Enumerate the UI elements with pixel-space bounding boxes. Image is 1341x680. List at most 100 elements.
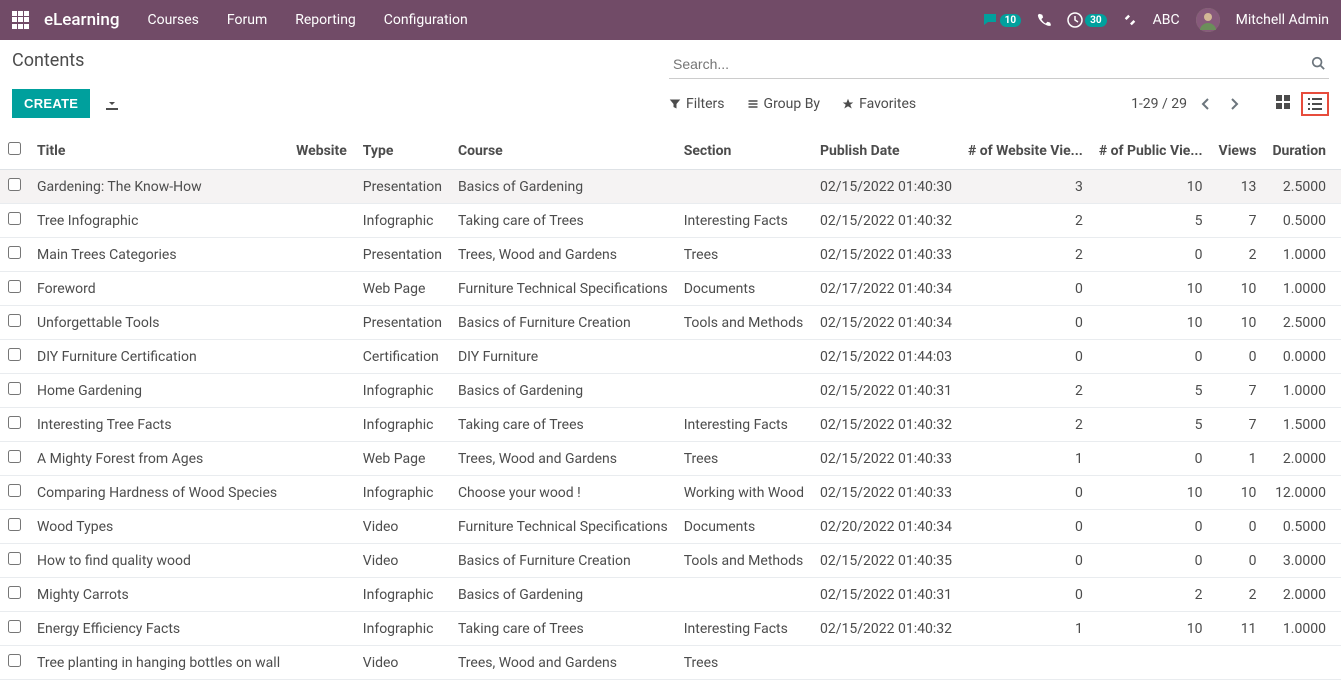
col-section[interactable]: Section — [676, 132, 812, 170]
search-input[interactable] — [669, 50, 1329, 79]
app-brand[interactable]: eLearning — [44, 10, 119, 30]
messages-icon[interactable]: 10 — [982, 12, 1021, 28]
pager-text[interactable]: 1-29 / 29 — [1131, 96, 1187, 112]
cell-type: Presentation — [355, 306, 450, 340]
row-checkbox[interactable] — [8, 586, 21, 599]
col-course[interactable]: Course — [450, 132, 676, 170]
row-checkbox[interactable] — [8, 518, 21, 531]
col-views[interactable]: Views — [1211, 132, 1265, 170]
select-all-checkbox[interactable] — [8, 142, 21, 155]
group-by-label: Group By — [764, 96, 821, 112]
cell-duration: 0.5000 — [1264, 204, 1334, 238]
list-view-icon[interactable] — [1301, 92, 1329, 116]
favorites-label: Favorites — [859, 96, 916, 112]
cell-section — [676, 170, 812, 204]
cell-website — [288, 612, 355, 646]
cell-public-views: 5 — [1091, 204, 1211, 238]
group-by-button[interactable]: Group By — [747, 92, 821, 116]
cell-type: Infographic — [355, 204, 450, 238]
col-public-views[interactable]: # of Public Vie... — [1091, 132, 1211, 170]
table-row[interactable]: Energy Efficiency FactsInfographicTaking… — [0, 612, 1341, 646]
cell-website — [288, 204, 355, 238]
cell-title: Main Trees Categories — [29, 238, 288, 272]
table-row[interactable]: DIY Furniture CertificationCertification… — [0, 340, 1341, 374]
cell-website-views: 3 — [960, 170, 1091, 204]
row-checkbox[interactable] — [8, 620, 21, 633]
cell-duration: 2.0000 — [1264, 578, 1334, 612]
col-website[interactable]: Website — [288, 132, 355, 170]
activities-icon[interactable]: 30 — [1067, 12, 1106, 28]
kanban-view-icon[interactable] — [1271, 92, 1295, 116]
row-checkbox[interactable] — [8, 484, 21, 497]
menu-courses[interactable]: Courses — [147, 12, 198, 28]
table-row[interactable]: Unforgettable ToolsPresentationBasics of… — [0, 306, 1341, 340]
pager-prev-icon[interactable] — [1197, 97, 1215, 111]
table-row[interactable]: Comparing Hardness of Wood SpeciesInfogr… — [0, 476, 1341, 510]
cell-title: A Mighty Forest from Ages — [29, 442, 288, 476]
row-checkbox[interactable] — [8, 280, 21, 293]
table-row[interactable]: Tree planting in hanging bottles on wall… — [0, 646, 1341, 680]
row-checkbox[interactable] — [8, 314, 21, 327]
pager-next-icon[interactable] — [1225, 97, 1243, 111]
row-checkbox[interactable] — [8, 450, 21, 463]
cell-title: Wood Types — [29, 510, 288, 544]
table-row[interactable]: Mighty CarrotsInfographicBasics of Garde… — [0, 578, 1341, 612]
table-row[interactable]: Tree InfographicInfographicTaking care o… — [0, 204, 1341, 238]
cell-duration: 2.0000 — [1264, 442, 1334, 476]
cell-section — [676, 578, 812, 612]
cell-type: Infographic — [355, 612, 450, 646]
row-checkbox[interactable] — [8, 212, 21, 225]
table-row[interactable]: A Mighty Forest from AgesWeb PageTrees, … — [0, 442, 1341, 476]
cell-website-views: 0 — [960, 306, 1091, 340]
row-checkbox[interactable] — [8, 552, 21, 565]
phone-icon[interactable] — [1037, 13, 1051, 27]
menu-forum[interactable]: Forum — [227, 12, 267, 28]
col-duration[interactable]: Duration — [1264, 132, 1334, 170]
table-row[interactable]: Home GardeningInfographicBasics of Garde… — [0, 374, 1341, 408]
cell-section: Working with Wood — [676, 476, 812, 510]
cell-publish-date: 02/15/2022 01:40:31 — [812, 374, 960, 408]
debug-icon[interactable] — [1123, 13, 1137, 27]
user-name[interactable]: Mitchell Admin — [1236, 12, 1329, 28]
cell-website-views: 1 — [960, 612, 1091, 646]
cell-duration: 0.5000 — [1264, 510, 1334, 544]
funnel-icon — [669, 98, 681, 110]
cell-website — [288, 578, 355, 612]
table-row[interactable]: Interesting Tree FactsInfographicTaking … — [0, 408, 1341, 442]
cell-public-views: 10 — [1091, 272, 1211, 306]
col-publish-date[interactable]: Publish Date — [812, 132, 960, 170]
cell-website-views: 0 — [960, 544, 1091, 578]
menu-configuration[interactable]: Configuration — [384, 12, 468, 28]
cell-public-views: 10 — [1091, 170, 1211, 204]
row-checkbox[interactable] — [8, 246, 21, 259]
table-row[interactable]: Gardening: The Know-HowPresentationBasic… — [0, 170, 1341, 204]
cell-public-views: 10 — [1091, 612, 1211, 646]
cell-publish-date: 02/15/2022 01:40:32 — [812, 408, 960, 442]
row-checkbox[interactable] — [8, 348, 21, 361]
table-row[interactable]: How to find quality woodVideoBasics of F… — [0, 544, 1341, 578]
col-title[interactable]: Title — [29, 132, 288, 170]
row-checkbox[interactable] — [8, 178, 21, 191]
avatar[interactable] — [1196, 8, 1220, 32]
search-icon[interactable] — [1311, 56, 1325, 70]
menu-reporting[interactable]: Reporting — [295, 12, 356, 28]
col-website-views[interactable]: # of Website Vie... — [960, 132, 1091, 170]
cell-duration: 1.0000 — [1264, 612, 1334, 646]
col-options-icon[interactable]: ⋮ — [1334, 132, 1341, 170]
cell-views: 10 — [1211, 306, 1265, 340]
cell-course: Basics of Furniture Creation — [450, 544, 676, 578]
filters-button[interactable]: Filters — [669, 92, 725, 116]
row-checkbox[interactable] — [8, 416, 21, 429]
row-checkbox[interactable] — [8, 654, 21, 667]
cell-type: Video — [355, 510, 450, 544]
table-row[interactable]: ForewordWeb PageFurniture Technical Spec… — [0, 272, 1341, 306]
table-row[interactable]: Wood TypesVideoFurniture Technical Speci… — [0, 510, 1341, 544]
favorites-button[interactable]: Favorites — [842, 92, 916, 116]
row-checkbox[interactable] — [8, 382, 21, 395]
apps-menu-icon[interactable] — [12, 11, 30, 29]
company-selector[interactable]: ABC — [1153, 12, 1180, 28]
col-type[interactable]: Type — [355, 132, 450, 170]
download-icon[interactable] — [104, 96, 120, 112]
table-row[interactable]: Main Trees CategoriesPresentationTrees, … — [0, 238, 1341, 272]
create-button[interactable]: CREATE — [12, 89, 90, 118]
